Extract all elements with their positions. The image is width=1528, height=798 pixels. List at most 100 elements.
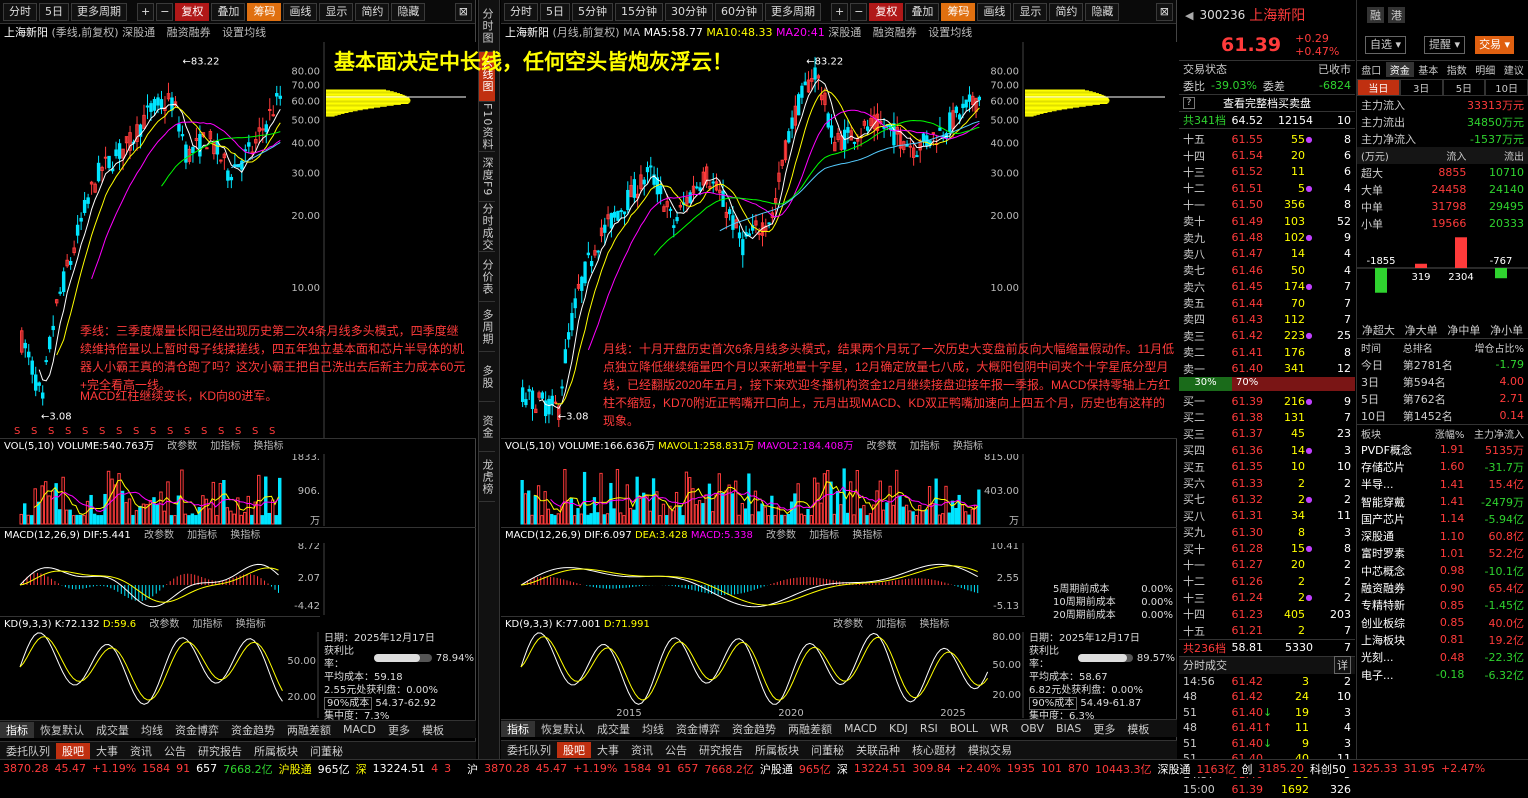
toolbar-button[interactable]: 分时 bbox=[504, 3, 538, 21]
sidebar-item[interactable]: 资金 bbox=[479, 402, 495, 452]
order-book-row[interactable]: 十五61.5555●8 bbox=[1179, 131, 1355, 147]
tab-item[interactable]: 委托队列 bbox=[0, 743, 56, 759]
order-book-row[interactable]: 买二61.381317 bbox=[1179, 409, 1355, 425]
order-book-row[interactable]: 十一61.503568 bbox=[1179, 197, 1355, 213]
fund-subtab[interactable]: 当日 bbox=[1357, 79, 1400, 96]
sector-row[interactable]: 中芯概念0.98-10.1亿 bbox=[1357, 562, 1528, 579]
mid-title-tab[interactable]: 融资融券 bbox=[873, 26, 917, 39]
tab-item[interactable]: BIAS bbox=[1050, 722, 1087, 735]
tab-item[interactable]: 大事 bbox=[591, 742, 625, 758]
tab-item[interactable]: 指标 bbox=[0, 722, 34, 738]
fund-subtab[interactable]: 5日 bbox=[1443, 79, 1486, 96]
tab-item[interactable]: 问董秘 bbox=[805, 742, 850, 758]
sector-row[interactable]: PVDF概念1.915135万 bbox=[1357, 441, 1528, 458]
toolbar-button[interactable]: 30分钟 bbox=[665, 3, 713, 21]
sector-row[interactable]: 存储芯片1.60-31.7万 bbox=[1357, 458, 1528, 475]
tab-item[interactable]: 委托队列 bbox=[501, 742, 557, 758]
tab-item[interactable]: 研究报告 bbox=[693, 742, 749, 758]
sidebar-item[interactable]: 分价表 bbox=[479, 252, 495, 302]
order-book-row[interactable]: 十三61.242●2 bbox=[1179, 590, 1355, 606]
order-book-row[interactable]: 买一61.39216●9 bbox=[1179, 393, 1355, 409]
order-book-row[interactable]: 卖五61.44707 bbox=[1179, 295, 1355, 311]
tab-item[interactable]: 资讯 bbox=[625, 742, 659, 758]
order-book-row[interactable]: 卖六61.45174●7 bbox=[1179, 279, 1355, 295]
remind-button[interactable]: 提醒 ▾ bbox=[1424, 36, 1465, 54]
toolbar-button[interactable]: 15分钟 bbox=[615, 3, 663, 21]
trade-button[interactable]: 交易 ▾ bbox=[1475, 36, 1514, 54]
toolbar-button[interactable]: 画线 bbox=[977, 3, 1011, 21]
tab-item[interactable]: MACD bbox=[838, 722, 883, 735]
order-book-row[interactable]: 十二61.515●4 bbox=[1179, 180, 1355, 196]
order-book-row[interactable]: 卖九61.48102●9 bbox=[1179, 229, 1355, 245]
toolbar-button[interactable]: 5日 bbox=[540, 3, 570, 21]
order-book-row[interactable]: 十四61.54206 bbox=[1179, 147, 1355, 163]
add-watchlist-button[interactable]: 自选 ▾ bbox=[1365, 36, 1406, 54]
tab-item[interactable]: 模板 bbox=[1121, 721, 1155, 737]
order-book-row[interactable]: 十一61.27202 bbox=[1179, 557, 1355, 573]
tab-item[interactable]: 核心题材 bbox=[906, 742, 962, 758]
sector-row[interactable]: 专精特新0.85-1.45亿 bbox=[1357, 597, 1528, 614]
sector-row[interactable]: 国产芯片1.14-5.94亿 bbox=[1357, 510, 1528, 527]
swap-indicator-button[interactable]: 换指标 bbox=[852, 530, 882, 541]
sector-row[interactable]: 创业板综0.8540.0亿 bbox=[1357, 614, 1528, 631]
param-button[interactable]: 改参数 bbox=[167, 441, 197, 452]
sidebar-item[interactable]: 分时成交 bbox=[479, 202, 495, 252]
param-button[interactable]: 改参数 bbox=[867, 441, 897, 452]
cost-select[interactable]: 90%成本 bbox=[1029, 697, 1077, 710]
param-button[interactable]: 改参数 bbox=[149, 619, 179, 630]
tab-item[interactable]: 研究报告 bbox=[192, 743, 248, 759]
hk-badge[interactable]: 港 bbox=[1388, 7, 1405, 23]
toolbar-button[interactable]: 隐藏 bbox=[391, 3, 425, 21]
param-button[interactable]: 改参数 bbox=[766, 530, 796, 541]
toolbar-button[interactable]: 更多周期 bbox=[71, 3, 127, 21]
tab-item[interactable]: 两融差额 bbox=[782, 721, 838, 737]
toolbar-button[interactable]: 叠加 bbox=[905, 3, 939, 21]
sector-row[interactable]: 融资融券0.9065.4亿 bbox=[1357, 579, 1528, 596]
tab-item[interactable]: 资金趋势 bbox=[726, 721, 782, 737]
tab-item[interactable]: 问董秘 bbox=[304, 743, 349, 759]
sidebar-item[interactable]: 分时图 bbox=[479, 0, 495, 52]
tab-item[interactable]: 股吧 bbox=[56, 743, 90, 759]
tab-item[interactable]: RSI bbox=[914, 722, 944, 735]
tab-item[interactable]: 成交量 bbox=[591, 721, 636, 737]
ticks-detail-button[interactable]: 详 bbox=[1334, 656, 1351, 674]
toolbar-button[interactable]: 分时 bbox=[3, 3, 37, 21]
order-book-row[interactable]: 十五61.2127 bbox=[1179, 622, 1355, 638]
tab-item[interactable]: 所属板块 bbox=[248, 743, 304, 759]
margin-badge[interactable]: 融 bbox=[1367, 7, 1384, 23]
tab-item[interactable]: 模拟交易 bbox=[962, 742, 1018, 758]
left-title-tab[interactable]: 设置均线 bbox=[222, 26, 266, 39]
add-indicator-button[interactable]: 加指标 bbox=[193, 619, 223, 630]
toolbar-button[interactable]: 显示 bbox=[1013, 3, 1047, 21]
swap-indicator-button[interactable]: 换指标 bbox=[953, 441, 983, 452]
cost-select[interactable]: 90%成本 bbox=[324, 697, 372, 710]
add-indicator-button[interactable]: 加指标 bbox=[876, 619, 906, 630]
toolbar-button[interactable]: 复权 bbox=[869, 3, 903, 21]
order-book-row[interactable]: 十四61.23405203 bbox=[1179, 606, 1355, 622]
toolbar-button[interactable]: + bbox=[831, 3, 848, 21]
tab-item[interactable]: 资讯 bbox=[124, 743, 158, 759]
tab-item[interactable]: 恢复默认 bbox=[535, 721, 591, 737]
order-book-row[interactable]: 卖二61.411768 bbox=[1179, 344, 1355, 360]
tab-item[interactable]: 更多 bbox=[1087, 721, 1121, 737]
fund-tab[interactable]: 盘口 bbox=[1357, 62, 1386, 77]
fund-subtab[interactable]: 10日 bbox=[1485, 79, 1528, 96]
toolbar-button[interactable]: − bbox=[156, 3, 173, 21]
sector-row[interactable]: 电子...-0.18-6.32亿 bbox=[1357, 666, 1528, 683]
left-title-tab[interactable]: 深股通 bbox=[122, 26, 155, 39]
sector-row[interactable]: 深股通1.1060.8亿 bbox=[1357, 527, 1528, 544]
toolbar-button[interactable]: 显示 bbox=[319, 3, 353, 21]
toolbar-button[interactable]: 简约 bbox=[1049, 3, 1083, 21]
order-book-row[interactable]: 买四61.3614●3 bbox=[1179, 442, 1355, 458]
tab-item[interactable]: 均线 bbox=[636, 721, 670, 737]
tab-item[interactable]: 资金博弈 bbox=[169, 722, 225, 738]
toolbar-button[interactable]: 60分钟 bbox=[715, 3, 763, 21]
order-book-row[interactable]: 买七61.322●2 bbox=[1179, 491, 1355, 507]
toolbar-button[interactable]: + bbox=[137, 3, 154, 21]
tab-item[interactable]: OBV bbox=[1015, 722, 1050, 735]
toolbar-button[interactable]: − bbox=[850, 3, 867, 21]
tab-item[interactable]: 关联品种 bbox=[850, 742, 906, 758]
sidebar-item[interactable]: F10资料 bbox=[479, 102, 495, 152]
order-book-row[interactable]: 十三61.52116 bbox=[1179, 164, 1355, 180]
tab-item[interactable]: 资金趋势 bbox=[225, 722, 281, 738]
